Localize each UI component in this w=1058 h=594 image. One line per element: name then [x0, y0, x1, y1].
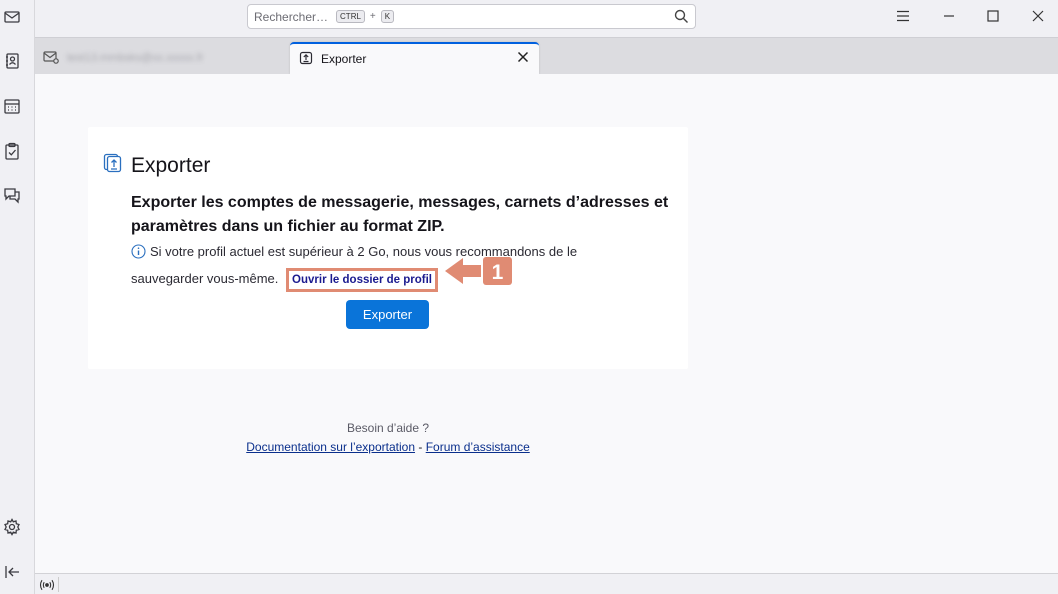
export-description: Exporter les comptes de messagerie, mess… — [131, 194, 669, 235]
online-status-icon[interactable] — [39, 577, 59, 592]
mail-icon[interactable] — [3, 8, 21, 26]
export-icon — [299, 51, 313, 68]
export-documentation-link[interactable]: Documentation sur l’exportation — [246, 440, 415, 454]
profile-size-note: Si votre profil actuel est supérieur à 2… — [131, 240, 601, 292]
minimize-icon[interactable] — [939, 6, 959, 26]
shortcut-key-ctrl: CTRL — [336, 10, 365, 23]
link-separator: - — [418, 440, 423, 454]
calendar-icon[interactable] — [3, 97, 21, 115]
search-placeholder: Rechercher… — [254, 9, 329, 24]
status-bar — [35, 573, 1058, 594]
settings-icon[interactable] — [3, 518, 21, 536]
chat-icon[interactable] — [3, 186, 21, 204]
maximize-icon[interactable] — [983, 6, 1003, 26]
app-menu-icon[interactable] — [893, 6, 913, 26]
shortcut-key-k: K — [380, 10, 395, 23]
spaces-toolbar — [0, 0, 35, 594]
support-forum-link[interactable]: Forum d’assistance — [426, 440, 530, 454]
tab-strip: test13.mmbsks@xx.xxxxx.fr Exporter — [35, 37, 1058, 74]
help-question: Besoin d’aide ? — [346, 421, 430, 435]
shortcut-plus: + — [369, 11, 376, 22]
tab-mail-account[interactable]: test13.mmbsks@xx.xxxxx.fr — [43, 42, 288, 74]
export-card: Exporter Exporter les comptes de message… — [88, 127, 688, 369]
close-tab-icon[interactable] — [517, 51, 529, 66]
export-icon — [103, 153, 123, 178]
title-bar: Rechercher… CTRL + K — [35, 0, 1058, 37]
collapse-toolbar-icon[interactable] — [3, 563, 21, 581]
address-book-icon[interactable] — [3, 52, 21, 70]
tab-exporter[interactable]: Exporter — [290, 42, 539, 74]
close-window-icon[interactable] — [1028, 6, 1048, 26]
info-icon — [131, 243, 146, 267]
export-button[interactable]: Exporter — [346, 300, 429, 329]
card-title-row: Exporter — [103, 153, 210, 178]
search-input[interactable]: Rechercher… CTRL + K — [247, 4, 696, 29]
tasks-icon[interactable] — [3, 142, 21, 160]
annotation-number: 1 — [492, 261, 504, 284]
content-area: Exporter Exporter les comptes de message… — [35, 74, 1058, 573]
annotation-arrow: 1 — [445, 257, 512, 285]
open-profile-folder-link[interactable]: Ouvrir le dossier de profil — [286, 268, 438, 292]
tab-label-mail-account: test13.mmbsks@xx.xxxxx.fr — [67, 52, 204, 64]
tab-label-exporter: Exporter — [321, 52, 367, 66]
page-title: Exporter — [131, 153, 211, 177]
search-icon[interactable] — [674, 9, 689, 27]
mail-account-icon — [43, 50, 59, 67]
help-links: Documentation sur l’exportation - Forum … — [238, 440, 538, 454]
